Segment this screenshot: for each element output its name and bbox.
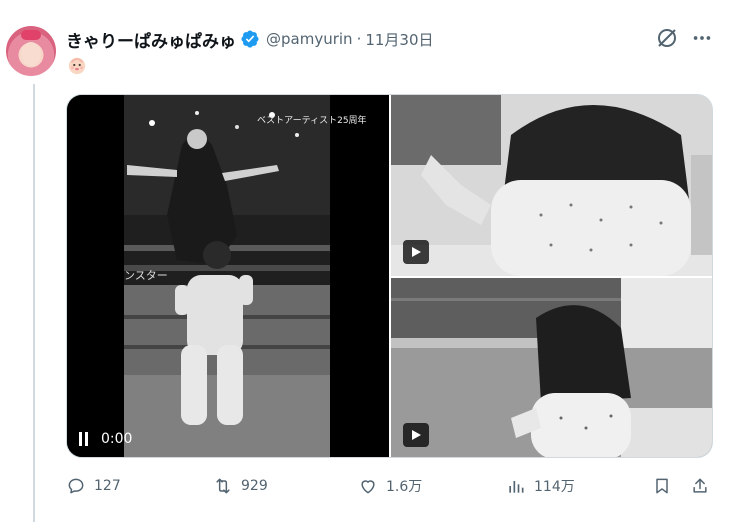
like-button[interactable]: 1.6万 [358,472,422,500]
timestamp[interactable]: 11月30日 [365,29,433,50]
pause-icon[interactable] [79,432,93,446]
bookmark-icon [656,478,668,494]
reply-button[interactable]: 127 [66,472,121,500]
avatar-bow [21,30,41,40]
video-time: 0:00 [101,431,133,447]
like-count: 1.6万 [386,479,423,495]
video-thumb-top-right[interactable] [391,95,712,276]
action-bar: 127 929 1.6万 114万 [66,472,713,500]
play-icon[interactable] [403,423,429,447]
bookmark-button[interactable] [652,472,672,500]
heart-icon [361,480,375,494]
views-icon [509,481,524,493]
overlay-side-text: ンスター [124,269,168,282]
play-icon[interactable] [403,240,429,264]
verified-badge-icon[interactable] [240,29,260,49]
avatar-face [21,42,41,66]
retweet-button[interactable]: 929 [213,472,268,500]
retweet-count: 929 [241,478,268,494]
main-video-frame [67,95,389,457]
display-name[interactable]: きゃりーぱみゅぱみゅ [66,27,236,52]
thread-line [33,84,35,522]
video-controls: 0:00 [79,431,132,447]
overlay-caption: ベストアーティスト25周年 [257,116,367,126]
separator-dot: · [356,30,362,48]
video-thumb-bottom-right-frame [391,278,712,457]
baby-emoji-icon [66,54,88,76]
retweet-icon [216,478,230,494]
share-icon [693,478,707,493]
media-grid: ベストアーティスト25周年 ンスター 0:00 [66,94,713,458]
reply-count: 127 [94,478,121,494]
views-button[interactable]: 114万 [506,472,575,500]
tweet-header: きゃりーぱみゅぱみゅ @pamyurin · 11月30日 [66,26,434,52]
video-thumb-top-right-frame [391,95,712,276]
main-video[interactable]: ベストアーティスト25周年 ンスター 0:00 [67,95,389,457]
grok-icon[interactable] [655,26,679,50]
avatar[interactable] [6,26,56,76]
video-thumb-bottom-right[interactable] [391,278,712,457]
views-count: 114万 [534,479,575,495]
handle[interactable]: @pamyurin [266,30,353,48]
share-button[interactable] [690,472,710,500]
reply-icon [68,478,84,494]
more-icon[interactable] [690,26,714,50]
